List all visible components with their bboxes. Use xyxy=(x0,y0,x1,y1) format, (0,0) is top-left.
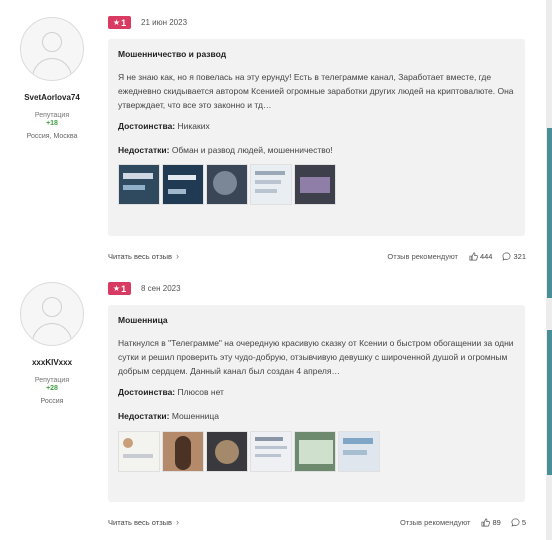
rating-value: 1 xyxy=(121,17,127,28)
rating-badge: ★ 1 xyxy=(108,282,131,295)
review-photo-thumb[interactable] xyxy=(162,164,204,205)
review-date: 21 июн 2023 xyxy=(141,18,188,27)
read-full-review-link[interactable]: Читать весь отзыв › xyxy=(108,251,179,261)
chevron-right-icon: › xyxy=(176,251,180,261)
review-title[interactable]: Мошенничество и развод xyxy=(118,49,516,59)
review-text: Я не знаю как, но я повелась на эту ерун… xyxy=(118,72,514,110)
review-photo-thumb[interactable] xyxy=(206,164,248,205)
review-photo-thumb[interactable] xyxy=(118,431,160,472)
comments-link[interactable]: 321 xyxy=(502,252,526,261)
rating-badge: ★ 1 xyxy=(108,16,131,29)
avatar[interactable] xyxy=(20,17,84,81)
review-photos xyxy=(118,164,516,205)
review-text: Наткнулся в "Телеграмме" на очередную кр… xyxy=(118,338,514,376)
likes-count: 444 xyxy=(479,251,493,261)
pros-label: Достоинства: xyxy=(118,387,176,397)
review-meta: ★ 1 8 сен 2023 xyxy=(108,282,181,295)
likes-count: 89 xyxy=(492,517,501,527)
review-pros: Достоинства: Никаких xyxy=(118,121,516,131)
review-cons: Недостатки: Мошенница xyxy=(118,411,516,421)
thumbs-up-icon xyxy=(469,252,478,260)
review-card: Мошенница Наткнулся в "Телеграмме" на оч… xyxy=(108,305,525,502)
comments-count: 321 xyxy=(513,251,526,261)
review-photo-thumb[interactable] xyxy=(206,431,248,472)
star-icon: ★ xyxy=(112,18,121,27)
review-meta: ★ 1 21 июн 2023 xyxy=(108,16,187,29)
review-photos xyxy=(118,431,516,472)
star-icon: ★ xyxy=(112,284,121,293)
review-footer: Читать весь отзыв › Отзыв рекомендуют 89… xyxy=(108,516,526,528)
thumbs-up-icon xyxy=(482,518,491,526)
cons-label: Недостатки: xyxy=(118,411,170,421)
author-name[interactable]: xxxKIVxxx xyxy=(0,358,104,367)
recommends-label: Отзыв рекомендуют xyxy=(387,251,458,261)
review-photo-thumb[interactable] xyxy=(338,431,380,472)
review-photo-thumb[interactable] xyxy=(294,431,336,472)
pros-label: Достоинства: xyxy=(118,121,176,131)
review-cons: Недостатки: Обман и развод людей, мошенн… xyxy=(118,145,516,155)
comments-link[interactable]: 5 xyxy=(511,518,526,527)
reputation-value: +28 xyxy=(46,385,58,392)
review-photo-thumb[interactable] xyxy=(250,431,292,472)
chevron-right-icon: › xyxy=(176,517,180,527)
side-accent xyxy=(547,330,552,475)
reputation-value: +18 xyxy=(46,120,58,127)
review-photo-thumb[interactable] xyxy=(250,164,292,205)
author-name[interactable]: SvetAorlova74 xyxy=(0,93,104,102)
review-photo-thumb[interactable] xyxy=(162,431,204,472)
review-footer: Читать весь отзыв › Отзыв рекомендуют 44… xyxy=(108,250,526,262)
review-date: 8 сен 2023 xyxy=(141,284,181,293)
like-button[interactable]: 89 xyxy=(481,517,501,527)
author-location: Россия, Москва xyxy=(26,133,78,140)
comment-icon xyxy=(502,252,511,261)
read-more-label: Читать весь отзыв xyxy=(108,251,173,261)
comment-icon xyxy=(511,518,520,527)
review-card: Мошенничество и развод Я не знаю как, но… xyxy=(108,39,525,236)
review-title[interactable]: Мошенница xyxy=(118,315,516,325)
read-more-label: Читать весь отзыв xyxy=(108,517,173,527)
review-author: SvetAorlova74 Репутация +18 Россия, Моск… xyxy=(0,17,104,140)
review-pros: Достоинства: Плюсов нет xyxy=(118,387,516,397)
reputation-label: Репутация xyxy=(34,112,70,119)
reputation-label: Репутация xyxy=(34,377,70,384)
read-full-review-link[interactable]: Читать весь отзыв › xyxy=(108,517,179,527)
pros-text: Никаких xyxy=(177,121,210,131)
avatar[interactable] xyxy=(20,282,84,346)
review-author: xxxKIVxxx Репутация +28 Россия xyxy=(0,282,104,405)
like-button[interactable]: 444 xyxy=(469,251,493,261)
author-location: Россия xyxy=(40,398,64,405)
recommends-label: Отзыв рекомендуют xyxy=(399,517,471,527)
review-photo-thumb[interactable] xyxy=(294,164,336,205)
cons-label: Недостатки: xyxy=(118,145,170,155)
page-scroll-strip xyxy=(546,0,552,540)
cons-text: Мошенница xyxy=(171,411,219,421)
review-photo-thumb[interactable] xyxy=(118,164,160,205)
rating-value: 1 xyxy=(121,283,127,294)
side-accent xyxy=(547,128,552,298)
comments-count: 5 xyxy=(521,517,526,527)
cons-text: Обман и развод людей, мошенничество! xyxy=(171,145,333,155)
pros-text: Плюсов нет xyxy=(177,387,224,397)
